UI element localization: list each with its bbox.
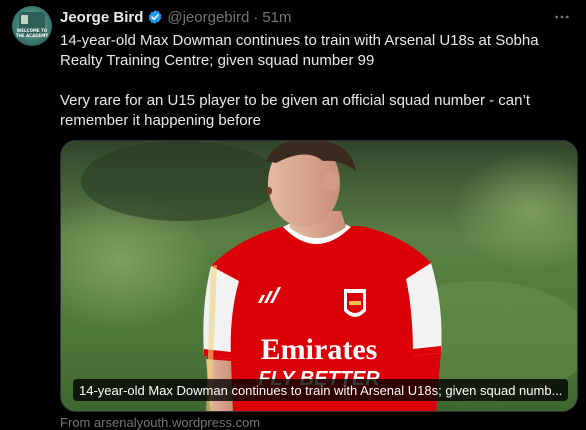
tweet-timestamp[interactable]: 51m [262, 9, 291, 26]
tweet-paragraph: 14-year-old Max Dowman continues to trai… [60, 32, 539, 69]
more-options-icon[interactable] [552, 7, 572, 27]
tweet[interactable]: WELCOME TO THE ACADEMY Jeorge Bird @jeor… [0, 0, 586, 430]
author-name[interactable]: Jeorge Bird [60, 9, 143, 26]
verified-badge-icon[interactable] [147, 9, 163, 25]
tweet-text: 14-year-old Max Dowman continues to trai… [60, 31, 574, 131]
avatar-logo-text: WELCOME TO THE ACADEMY [15, 28, 49, 38]
media-card[interactable]: Emirates FLY BETTER 14-year-old Max Dowm… [60, 140, 578, 412]
author-handle[interactable]: @jeorgebird [167, 9, 249, 26]
player-photo: Emirates FLY BETTER [61, 141, 577, 411]
media-caption[interactable]: 14-year-old Max Dowman continues to trai… [73, 379, 569, 401]
tweet-paragraph: Very rare for an U15 player to be given … [60, 92, 530, 129]
shirt-sponsor-text: Emirates [261, 333, 378, 366]
separator-dot: · [253, 8, 259, 26]
author-avatar[interactable]: WELCOME TO THE ACADEMY [12, 6, 52, 46]
tweet-header: Jeorge Bird @jeorgebird · 51m [60, 7, 291, 27]
